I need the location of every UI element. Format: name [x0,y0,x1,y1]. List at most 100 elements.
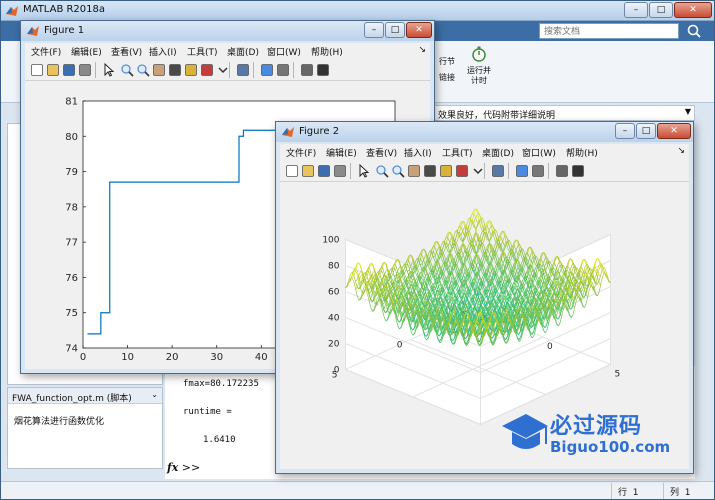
x-tick-label: 5 [615,370,621,380]
figure-1-menubar: 文件(F) 编辑(E) 查看(V) 插入(I) 工具(T) 桌面(D) 窗口(W) 帮助(H)… [25,43,430,59]
search-input[interactable] [539,23,679,39]
pan-icon[interactable] [406,163,422,179]
menu-item[interactable]: 窗口(W) [522,146,556,159]
data-cursor-icon[interactable] [183,62,199,78]
menu-item[interactable]: 文件(F) [31,45,61,58]
link-plot-icon[interactable] [490,163,506,179]
statusbar-fields: 行 1 列 1 [471,483,711,499]
matlab-titlebar: MATLAB R2018a – □ ✕ [1,1,714,21]
maximize-button[interactable]: □ [636,123,656,139]
show-tools-icon[interactable] [570,163,586,179]
details-description: 烟花算法进行函数优化 [14,417,105,427]
colorbar-icon[interactable] [259,62,275,78]
fx-icon[interactable]: fx [167,461,178,474]
menu-item[interactable]: 帮助(H) [311,45,343,58]
run-section-label: 行节 [439,57,455,66]
details-filename: FWA_function_opt.m (脚本) [12,394,132,404]
menu-item[interactable]: 桌面(D) [482,146,514,159]
details-panel: FWA_function_opt.m (脚本) ⌄ 烟花算法进行函数优化 [7,387,163,469]
minimize-button[interactable]: – [624,2,648,18]
menu-item[interactable]: 工具(T) [187,45,218,58]
menu-item[interactable]: 查看(V) [366,146,397,159]
hide-tools-icon[interactable] [299,62,315,78]
toolbar-separator [508,163,509,179]
maximize-button[interactable]: □ [649,2,673,18]
col-indicator: 列 1 [663,483,711,499]
y-tick-label: 5 [332,371,338,381]
zoom-out-icon[interactable] [135,62,151,78]
legend-icon[interactable] [275,62,291,78]
menu-item[interactable]: 编辑(E) [326,146,357,159]
figure-1-titlebar: Figure 1 – □ ✕ [21,21,434,41]
dock-arrow-icon[interactable]: ↘ [418,45,426,55]
data-cursor-icon[interactable] [438,163,454,179]
save-icon[interactable] [61,62,77,78]
y-tick-label: 75 [65,308,78,319]
legend-icon[interactable] [530,163,546,179]
y-tick-label: 81 [65,97,78,108]
figure-1-title: Figure 1 [44,25,85,36]
watermark-text-en: Biguo100.com [550,438,671,456]
rotate-3d-icon[interactable] [167,62,183,78]
menu-item[interactable]: 插入(I) [149,45,177,58]
maximize-button[interactable]: □ [385,22,405,38]
y-tick-label: 0 [397,341,403,351]
z-tick-label: 60 [328,288,340,298]
details-header[interactable]: FWA_function_opt.m (脚本) ⌄ [8,388,162,404]
y-tick-label: 79 [65,167,78,178]
pointer-icon[interactable] [101,62,117,78]
search-icon[interactable] [685,22,703,40]
toolbar-separator [229,62,230,78]
menu-item[interactable]: 查看(V) [111,45,142,58]
cw-output-line: fmax=80.172235 [183,379,259,389]
menu-item[interactable]: 窗口(W) [267,45,301,58]
dock-arrow-icon[interactable]: ↘ [677,146,685,156]
new-file-icon[interactable] [29,62,45,78]
address-bar[interactable]: 效果良好，代码附带详细说明 ▼ [433,105,695,121]
toolbar-separator [95,62,96,78]
brush-icon[interactable] [199,62,215,78]
pointer-icon[interactable] [356,163,372,179]
command-prompt[interactable]: fx >> [167,461,200,474]
prompt-symbol: >> [181,461,201,474]
show-tools-icon[interactable] [315,62,331,78]
link-plot-icon[interactable] [235,62,251,78]
hide-tools-icon[interactable] [554,163,570,179]
minimize-button[interactable]: – [615,123,635,139]
menu-item[interactable]: 文件(F) [286,146,316,159]
x-tick-label: 0 [80,352,86,363]
menu-item[interactable]: 桌面(D) [227,45,259,58]
print-icon[interactable] [332,163,348,179]
save-icon[interactable] [316,163,332,179]
menu-item[interactable]: 编辑(E) [71,45,102,58]
colorbar-icon[interactable] [514,163,530,179]
run-section-button[interactable]: 行节 [433,57,461,67]
run-and-time-button[interactable]: 运行并 计时 [461,45,497,86]
print-icon[interactable] [77,62,93,78]
menu-item[interactable]: 工具(T) [442,146,473,159]
chevron-down-icon[interactable]: ⌄ [151,390,158,399]
close-button[interactable]: ✕ [674,2,712,18]
new-file-icon[interactable] [284,163,300,179]
zoom-in-icon[interactable] [374,163,390,179]
figure-2-titlebar: Figure 2 – □ ✕ [276,122,693,142]
toolbar-separator [350,163,351,179]
brush-icon[interactable] [454,163,470,179]
chevron-down-icon[interactable]: ▼ [685,107,691,116]
open-folder-icon[interactable] [45,62,61,78]
close-button[interactable]: ✕ [406,22,432,38]
menu-item[interactable]: 帮助(H) [566,146,598,159]
statusbar: 行 1 列 1 [1,481,714,499]
menu-item[interactable]: 插入(I) [404,146,432,159]
open-folder-icon[interactable] [300,163,316,179]
y-tick-label: 77 [65,238,78,249]
zoom-in-icon[interactable] [119,62,135,78]
close-button[interactable]: ✕ [657,123,691,139]
zoom-out-icon[interactable] [390,163,406,179]
minimize-button[interactable]: – [364,22,384,38]
rotate-3d-icon[interactable] [422,163,438,179]
figure-1-toolbar [25,59,430,81]
toolbar-separator [484,163,485,179]
toolbar-separator [253,62,254,78]
pan-icon[interactable] [151,62,167,78]
